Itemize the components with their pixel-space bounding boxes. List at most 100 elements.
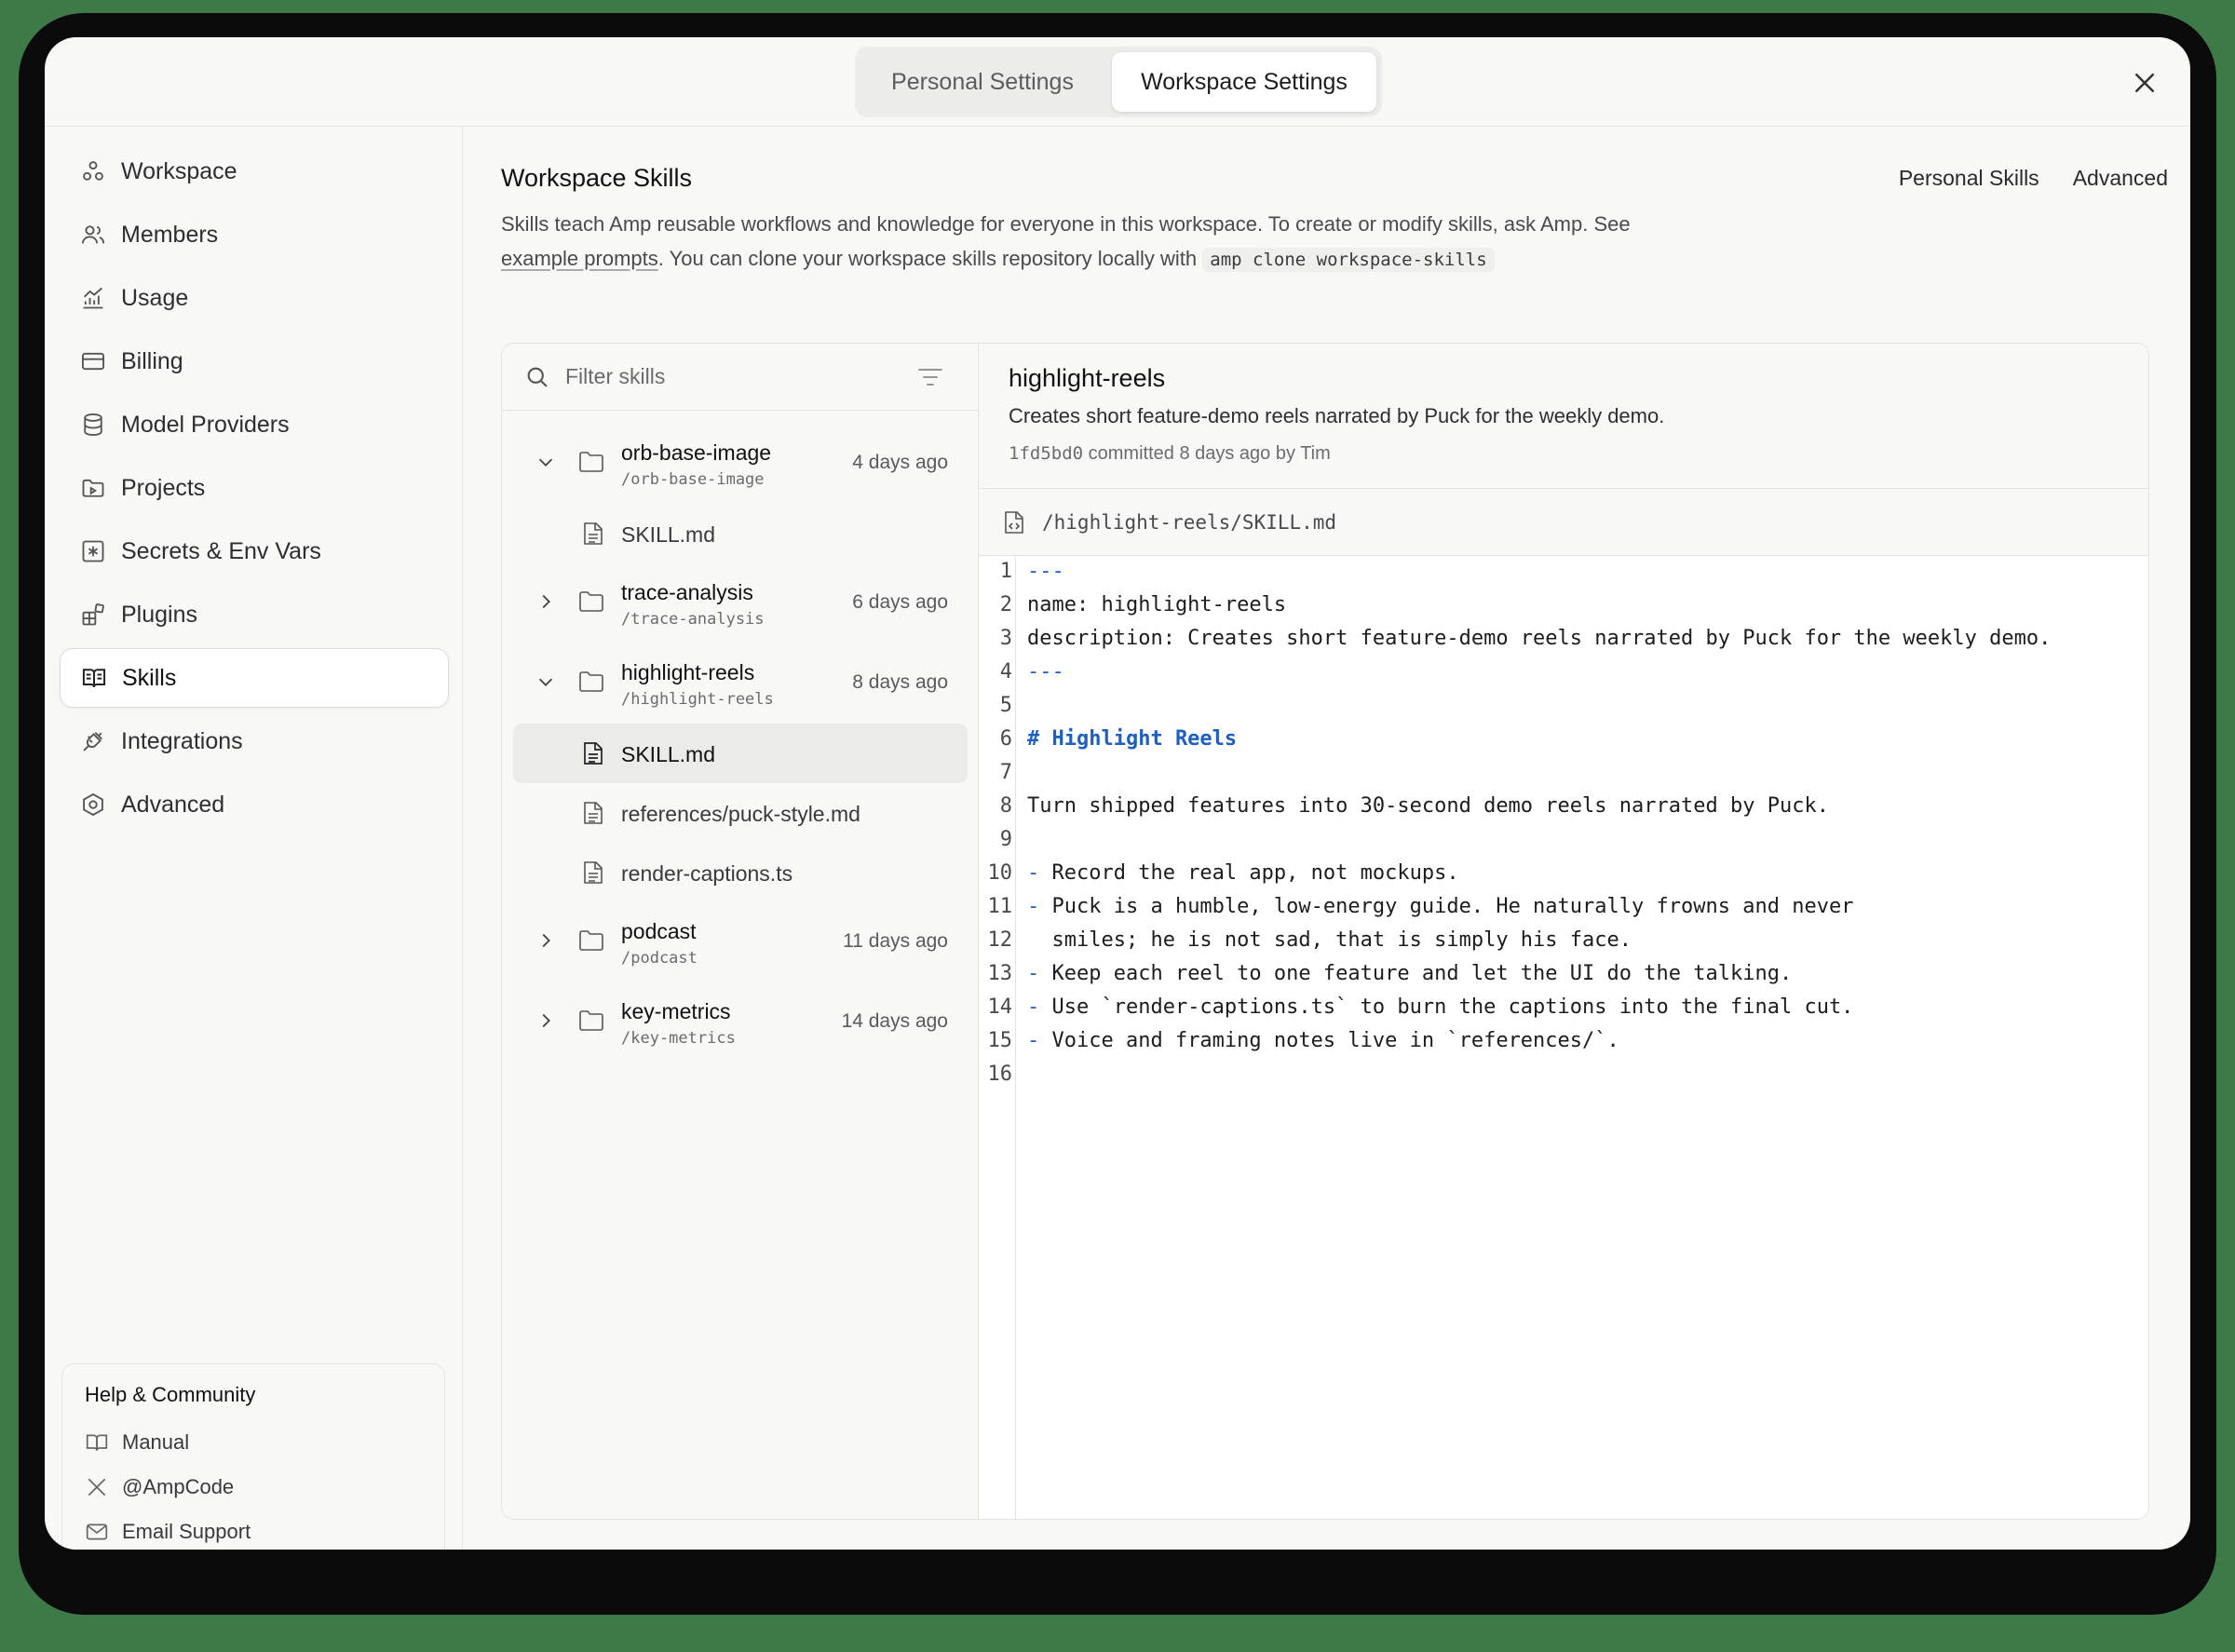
filter-bar[interactable]: Filter skills	[502, 344, 978, 411]
help-item-twitter[interactable]: @AmpCode	[85, 1465, 422, 1510]
book-open-icon	[86, 1434, 108, 1451]
help-item-label: @AmpCode	[122, 1475, 235, 1498]
folder-name: trace-analysis	[621, 580, 753, 604]
tree-row-file[interactable]: references/puck-style.md	[502, 783, 978, 843]
tree-row-folder[interactable]: orb-base-image /orb-base-image 4 days ag…	[502, 424, 978, 504]
x-logo-icon	[88, 1478, 106, 1496]
help-item-label: Manual	[122, 1430, 190, 1454]
secrets-asterisk-icon	[82, 540, 104, 562]
tab-workspace-settings[interactable]: Workspace Settings	[1112, 52, 1376, 112]
mail-icon	[86, 1523, 108, 1540]
settings-window: Personal Settings Workspace Settings Wor…	[45, 37, 2190, 1550]
folder-icon	[579, 452, 603, 472]
top-links: Personal Skills Advanced	[1899, 166, 2168, 191]
tree-row-folder[interactable]: highlight-reels /highlight-reels 8 days …	[502, 643, 978, 724]
sidebar-item-billing[interactable]: Billing	[60, 332, 449, 391]
line-number: 14	[987, 995, 1013, 1019]
sidebar-item-plugins[interactable]: Plugins	[60, 585, 449, 644]
skill-detail: highlight-reels Creates short feature-de…	[979, 344, 2148, 1519]
help-title: Help & Community	[85, 1383, 256, 1406]
line-number: 13	[987, 962, 1013, 985]
commit-author: by Tim	[1275, 443, 1331, 464]
clone-command: amp clone workspace-skills	[1202, 248, 1495, 272]
tree-rows: orb-base-image /orb-base-image 4 days ag…	[502, 411, 978, 1063]
folder-age: 4 days ago	[852, 452, 948, 473]
sidebar-item-label: Plugins	[121, 601, 197, 628]
code-line: - Voice and framing notes live in `refer…	[1027, 1029, 1619, 1052]
folder-icon	[579, 671, 603, 692]
tree-row-folder[interactable]: key-metrics /key-metrics 14 days ago	[502, 982, 978, 1063]
line-number: 15	[987, 1029, 1013, 1052]
chevron-right-icon[interactable]	[535, 1010, 556, 1031]
sidebar-item-model-providers[interactable]: Model Providers	[60, 395, 449, 454]
tree-row-folder[interactable]: podcast /podcast 11 days ago	[502, 902, 978, 982]
chevron-right-icon[interactable]	[535, 930, 556, 951]
code-text: Voice and framing notes live in `referen…	[1039, 1029, 1619, 1052]
code-line: - Record the real app, not mockups.	[1027, 861, 1459, 885]
sidebar-item-workspace[interactable]: Workspace	[60, 142, 449, 201]
folder-path: /key-metrics	[621, 1029, 736, 1048]
sidebar-item-advanced[interactable]: Advanced	[60, 775, 449, 834]
search-icon	[527, 367, 548, 387]
chevron-down-icon[interactable]	[535, 671, 556, 692]
tree-row-file[interactable]: SKILL.md	[502, 504, 978, 563]
folder-name: podcast	[621, 919, 697, 943]
line-number: 5	[999, 694, 1012, 717]
example-prompts-link[interactable]: example prompts	[501, 247, 658, 270]
top-bar: Personal Settings Workspace Settings	[45, 37, 2190, 127]
folder-path: /trace-analysis	[621, 610, 765, 629]
filter-input[interactable]: Filter skills	[565, 364, 665, 389]
sidebar-item-label: Secrets & Env Vars	[121, 537, 321, 564]
filter-icon[interactable]	[916, 366, 944, 388]
tree-row-file-selected[interactable]: SKILL.md	[502, 724, 978, 783]
code-file-icon	[1005, 510, 1023, 534]
folder-age: 8 days ago	[852, 671, 948, 693]
folder-icon	[579, 591, 603, 612]
sidebar-item-label: Workspace	[121, 157, 237, 184]
workspace-icon	[83, 161, 103, 181]
sidebar-item-members[interactable]: Members	[60, 205, 449, 264]
line-number: 1	[999, 560, 1012, 583]
sidebar-item-skills[interactable]: Skills	[60, 648, 449, 708]
commit-hash[interactable]: 1fd5bd0	[1009, 443, 1083, 464]
skills-panel: Filter skills orb-base-image /orb-base-i…	[501, 343, 2149, 1520]
personal-skills-link[interactable]: Personal Skills	[1899, 166, 2039, 191]
chevron-down-icon[interactable]	[535, 452, 556, 472]
line-number-gutter: 1 2 3 4 5 6 7 8 9 10 11 12 13 14 15 16	[979, 556, 1016, 1519]
page-description: Skills teach Amp reusable workflows and …	[501, 207, 1805, 278]
chevron-right-icon[interactable]	[535, 591, 556, 612]
advanced-hexagon-icon	[83, 792, 103, 817]
file-path: /highlight-reels/SKILL.md	[1042, 510, 1337, 534]
folder-path: /podcast	[621, 949, 698, 968]
sidebar-item-label: Usage	[121, 284, 189, 311]
folder-path: /highlight-reels	[621, 690, 774, 709]
sidebar-item-secrets[interactable]: Secrets & Env Vars	[60, 521, 449, 581]
skill-description: Creates short feature-demo reels narrate…	[1009, 404, 1665, 427]
file-name: SKILL.md	[621, 742, 715, 766]
folder-name: key-metrics	[621, 999, 731, 1023]
close-icon[interactable]	[2131, 69, 2159, 97]
sidebar-item-projects[interactable]: Projects	[60, 458, 449, 518]
sidebar-item-usage[interactable]: Usage	[60, 268, 449, 328]
usage-chart-icon	[83, 287, 103, 309]
list-dash: -	[1027, 861, 1040, 885]
folder-age: 14 days ago	[841, 1010, 948, 1032]
help-item-email[interactable]: Email Support	[85, 1510, 422, 1550]
commit-label: committed	[1088, 443, 1174, 464]
help-item-manual[interactable]: Manual	[85, 1420, 422, 1465]
file-icon	[584, 522, 603, 545]
advanced-link[interactable]: Advanced	[2073, 166, 2168, 191]
line-number: 7	[999, 761, 1012, 784]
database-icon	[84, 413, 102, 437]
list-dash: -	[1027, 895, 1040, 918]
plugins-grid-icon	[82, 603, 104, 626]
sidebar-item-label: Members	[121, 221, 219, 248]
sidebar-item-integrations[interactable]: Integrations	[60, 711, 449, 771]
tree-row-file[interactable]: render-captions.ts	[502, 843, 978, 902]
folder-icon	[579, 1010, 603, 1031]
commit-meta: 1fd5bd0 committed 8 days ago by Tim	[1009, 443, 2119, 465]
file-name: render-captions.ts	[621, 861, 793, 886]
tree-row-folder[interactable]: trace-analysis /trace-analysis 6 days ag…	[502, 563, 978, 643]
book-icon	[82, 669, 106, 688]
tab-personal-settings[interactable]: Personal Settings	[860, 52, 1104, 112]
